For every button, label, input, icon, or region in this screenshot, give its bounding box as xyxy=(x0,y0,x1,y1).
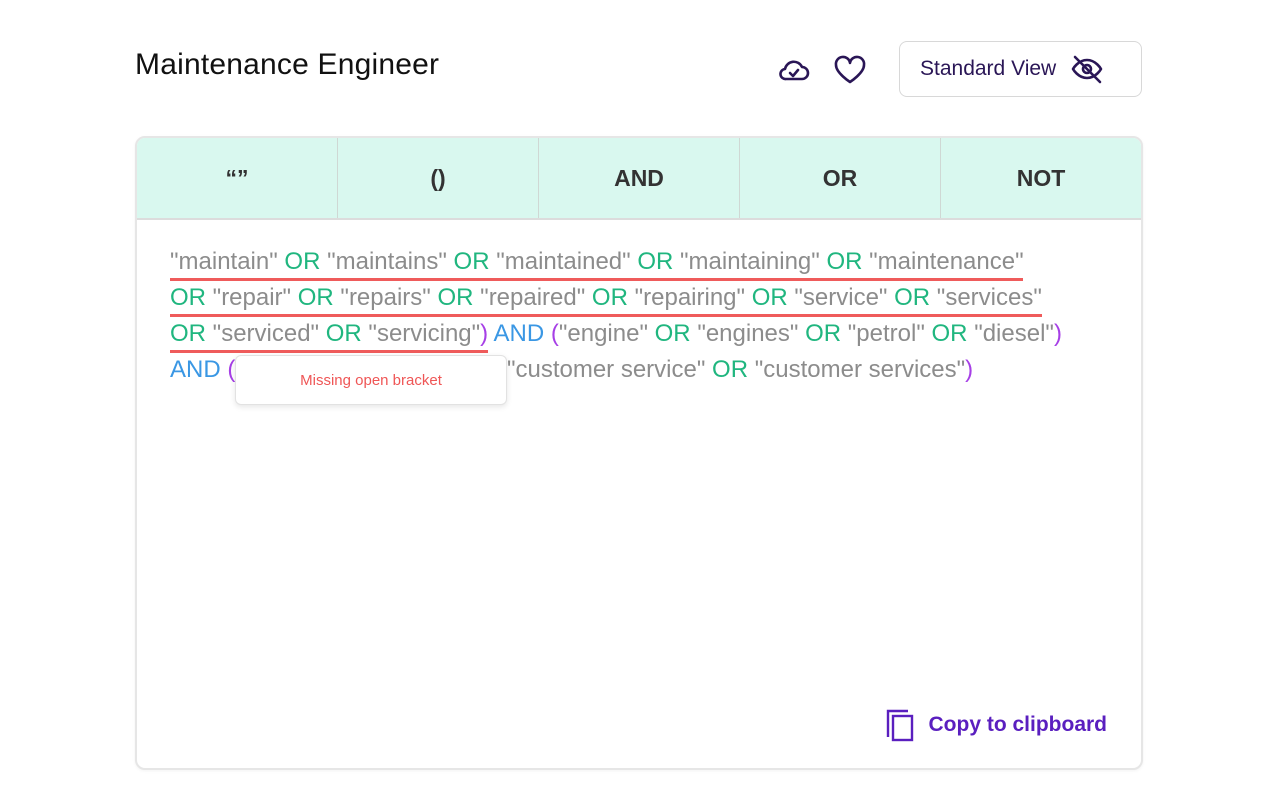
query-token-term: "serviced" xyxy=(212,320,320,347)
save-status-button[interactable] xyxy=(776,52,812,88)
query-token-term: "service" xyxy=(794,284,888,311)
favorite-button[interactable] xyxy=(832,52,868,88)
copy-icon xyxy=(886,709,913,742)
query-token-term: "maintained" xyxy=(496,248,631,275)
operator-or-button[interactable]: OR xyxy=(740,138,941,218)
query-token-term: "services" xyxy=(936,284,1042,311)
query-token-term: "diesel" xyxy=(974,320,1054,347)
query-token-term: "maintaining" xyxy=(680,248,820,275)
query-token-or: OR xyxy=(446,248,497,275)
query-token-or: OR xyxy=(291,284,341,311)
query-token-term: "engine" xyxy=(558,320,648,347)
query-token-term: "engines" xyxy=(697,320,799,347)
query-token-term: "repair" xyxy=(212,284,292,311)
query-token-or: OR xyxy=(430,284,481,311)
query-token-paren: ) xyxy=(480,320,489,347)
query-token-term: "repairs" xyxy=(340,284,431,311)
query-token-or: OR xyxy=(170,284,213,311)
query-token-term: "maintains" xyxy=(327,248,447,275)
operator-quotes-button[interactable]: “” xyxy=(137,138,338,218)
operator-toolbar: “” () AND OR NOT xyxy=(137,138,1141,220)
query-token-or: OR xyxy=(319,320,369,347)
query-token-or: OR xyxy=(819,248,870,275)
copy-to-clipboard-button[interactable]: Copy to clipboard xyxy=(885,708,1108,742)
query-token-term: "maintain" xyxy=(170,248,278,275)
copy-label: Copy to clipboard xyxy=(928,713,1108,736)
query-token-paren: ) xyxy=(965,356,974,383)
page-title: Maintenance Engineer xyxy=(135,48,440,81)
query-token-or: OR xyxy=(705,356,755,383)
operator-and-button[interactable]: AND xyxy=(539,138,740,218)
eye-off-icon xyxy=(1071,55,1103,84)
query-token-term: "repairing" xyxy=(634,284,746,311)
query-line: "maintain" OR "maintains" OR "maintained… xyxy=(170,244,1062,281)
query-editor-panel: “” () AND OR NOT "maintain" OR "maintain… xyxy=(135,136,1143,770)
query-token-or: OR xyxy=(170,320,213,347)
error-tooltip: Missing open bracket xyxy=(235,355,507,405)
operator-not-button[interactable]: NOT xyxy=(941,138,1141,218)
query-token-term: "repaired" xyxy=(480,284,586,311)
query-token-term: "maintenance" xyxy=(869,248,1024,275)
query-token-term: "petrol" xyxy=(847,320,925,347)
query-token-or: OR xyxy=(798,320,848,347)
query-token-term: "customer service" xyxy=(506,356,706,383)
query-token-or: OR xyxy=(887,284,937,311)
query-token-or: OR xyxy=(647,320,698,347)
query-token-and: AND xyxy=(488,320,551,347)
operator-brackets-button[interactable]: () xyxy=(338,138,539,218)
view-button-label: Standard View xyxy=(920,57,1057,80)
query-token-term: "servicing" xyxy=(368,320,481,347)
query-token-or: OR xyxy=(924,320,975,347)
heart-icon xyxy=(834,55,866,84)
query-token-or: OR xyxy=(277,248,328,275)
query-token-paren: ) xyxy=(1053,320,1062,347)
query-line: OR "serviced" OR "servicing") AND ("engi… xyxy=(170,316,1062,353)
query-line: OR "repair" OR "repairs" OR "repaired" O… xyxy=(170,280,1062,317)
cloud-check-icon xyxy=(779,60,810,81)
query-token-or: OR xyxy=(585,284,635,311)
query-token-or: OR xyxy=(630,248,681,275)
query-token-paren: ( xyxy=(550,320,559,347)
query-token-and: AND xyxy=(170,356,228,383)
standard-view-button[interactable]: Standard View xyxy=(899,41,1142,97)
query-token-term: "customer services" xyxy=(754,356,966,383)
query-token-or: OR xyxy=(745,284,795,311)
